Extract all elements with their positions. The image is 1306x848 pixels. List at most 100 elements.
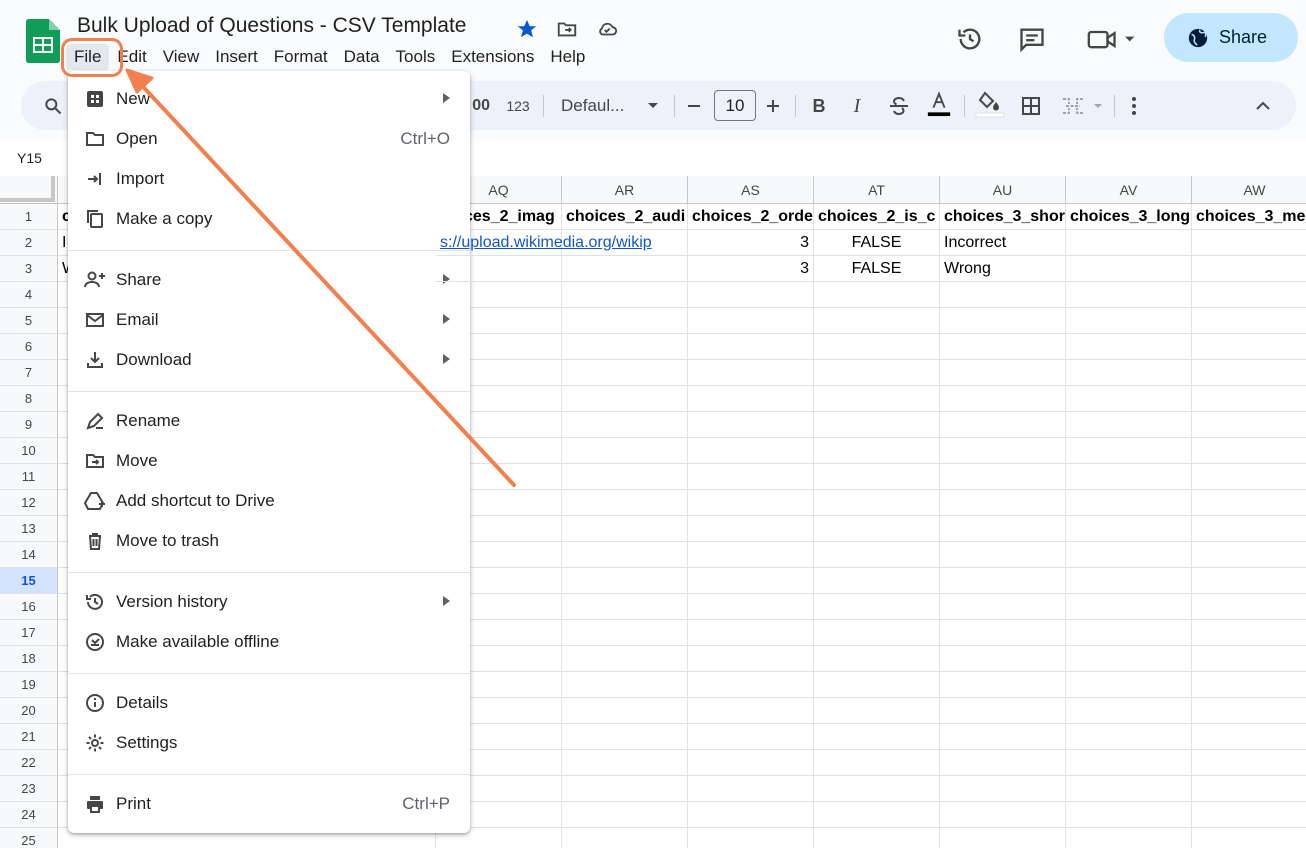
cell[interactable] — [1066, 646, 1192, 672]
cell[interactable] — [688, 542, 814, 568]
row-header[interactable]: 24 — [0, 802, 58, 828]
cell[interactable] — [688, 334, 814, 360]
cell[interactable] — [1066, 620, 1192, 646]
increase-font-size-icon[interactable] — [762, 93, 784, 119]
cell[interactable] — [688, 516, 814, 542]
cell[interactable] — [688, 568, 814, 594]
file-menu-item-open[interactable]: Open Ctrl+O — [68, 121, 470, 157]
bold-icon[interactable]: B — [808, 93, 830, 119]
sheets-logo-icon[interactable] — [26, 19, 60, 63]
cell[interactable] — [940, 750, 1066, 776]
cell[interactable]: 3 — [688, 256, 814, 282]
name-box[interactable]: Y15 — [17, 150, 42, 166]
cell[interactable]: choices_2_is_c — [814, 204, 940, 230]
row-header[interactable]: 4 — [0, 282, 58, 308]
row-header[interactable]: 15 — [0, 568, 58, 594]
cell[interactable]: FALSE — [814, 230, 940, 256]
merge-cells-icon[interactable] — [1058, 93, 1108, 119]
cell[interactable] — [814, 620, 940, 646]
cell[interactable] — [940, 698, 1066, 724]
file-menu-item-download[interactable]: Download — [68, 342, 470, 378]
cell[interactable] — [814, 802, 940, 828]
cell[interactable] — [562, 828, 688, 848]
cell[interactable] — [940, 594, 1066, 620]
collapse-toolbar-icon[interactable] — [1250, 93, 1276, 119]
column-header[interactable]: AR — [562, 176, 688, 204]
file-menu-item-new[interactable]: New — [68, 81, 470, 117]
cell[interactable] — [940, 828, 1066, 848]
file-menu-item-move[interactable]: Move — [68, 443, 470, 479]
row-header[interactable]: 1 — [0, 204, 58, 230]
cell[interactable] — [1192, 828, 1306, 848]
cell[interactable]: Incorrect — [940, 230, 1066, 256]
cell[interactable] — [688, 464, 814, 490]
cell[interactable] — [688, 360, 814, 386]
cell[interactable]: FALSE — [814, 256, 940, 282]
cell[interactable] — [940, 776, 1066, 802]
cell[interactable] — [562, 646, 688, 672]
cell[interactable] — [814, 490, 940, 516]
file-menu-item-rename[interactable]: Rename — [68, 403, 470, 439]
cell[interactable] — [940, 724, 1066, 750]
column-header[interactable]: AS — [688, 176, 814, 204]
cell[interactable] — [814, 334, 940, 360]
cell[interactable]: s://upload.wikimedia.org/wikip — [436, 230, 652, 256]
cell[interactable] — [814, 724, 940, 750]
file-menu-item-print[interactable]: Print Ctrl+P — [68, 786, 470, 822]
cell[interactable] — [940, 516, 1066, 542]
cell[interactable] — [688, 490, 814, 516]
cell[interactable] — [814, 568, 940, 594]
more-options-icon[interactable] — [1125, 93, 1143, 119]
search-menus-icon[interactable] — [40, 93, 66, 119]
cell[interactable]: choices_2_orde — [688, 204, 814, 230]
menu-extensions[interactable]: Extensions — [443, 44, 542, 70]
font-family-select[interactable]: Defaul... — [561, 93, 659, 119]
cell[interactable] — [1192, 464, 1306, 490]
row-header[interactable]: 11 — [0, 464, 58, 490]
cell[interactable] — [814, 282, 940, 308]
text-color-icon[interactable] — [924, 91, 954, 117]
cell[interactable] — [688, 282, 814, 308]
fill-color-icon[interactable] — [974, 91, 1006, 118]
column-header[interactable]: AV — [1066, 176, 1192, 204]
row-header[interactable]: 20 — [0, 698, 58, 724]
cell[interactable] — [940, 412, 1066, 438]
cell[interactable] — [1192, 724, 1306, 750]
cell[interactable] — [814, 776, 940, 802]
cell[interactable] — [562, 776, 688, 802]
cell[interactable] — [1192, 256, 1306, 282]
decimal-places-icon[interactable]: 00 — [472, 93, 490, 119]
cell[interactable] — [814, 542, 940, 568]
cell[interactable] — [940, 646, 1066, 672]
strikethrough-icon[interactable] — [886, 93, 912, 119]
cell[interactable] — [688, 412, 814, 438]
cell[interactable] — [940, 308, 1066, 334]
file-menu-item-details[interactable]: Details — [68, 685, 470, 721]
cell[interactable] — [814, 594, 940, 620]
row-header[interactable]: 16 — [0, 594, 58, 620]
decrease-font-size-icon[interactable] — [683, 93, 705, 119]
cell[interactable] — [1066, 698, 1192, 724]
row-header[interactable]: 6 — [0, 334, 58, 360]
select-all-corner[interactable] — [0, 176, 58, 204]
cell[interactable] — [562, 802, 688, 828]
file-menu-item-import[interactable]: Import — [68, 161, 470, 197]
cell[interactable] — [562, 516, 688, 542]
row-header[interactable]: 3 — [0, 256, 58, 282]
file-menu-item-settings[interactable]: Settings — [68, 725, 470, 761]
cell[interactable] — [1066, 542, 1192, 568]
cell[interactable] — [1066, 802, 1192, 828]
cell[interactable] — [562, 412, 688, 438]
cell[interactable] — [688, 776, 814, 802]
cell[interactable] — [1066, 334, 1192, 360]
file-menu-item-email[interactable]: Email — [68, 302, 470, 338]
row-header[interactable]: 19 — [0, 672, 58, 698]
cell[interactable] — [562, 490, 688, 516]
cell[interactable] — [814, 438, 940, 464]
cell[interactable] — [562, 386, 688, 412]
cell[interactable] — [562, 698, 688, 724]
cell[interactable]: choices_3_long — [1066, 204, 1192, 230]
row-header[interactable]: 10 — [0, 438, 58, 464]
cell[interactable] — [1192, 438, 1306, 464]
menu-data[interactable]: Data — [336, 44, 388, 70]
